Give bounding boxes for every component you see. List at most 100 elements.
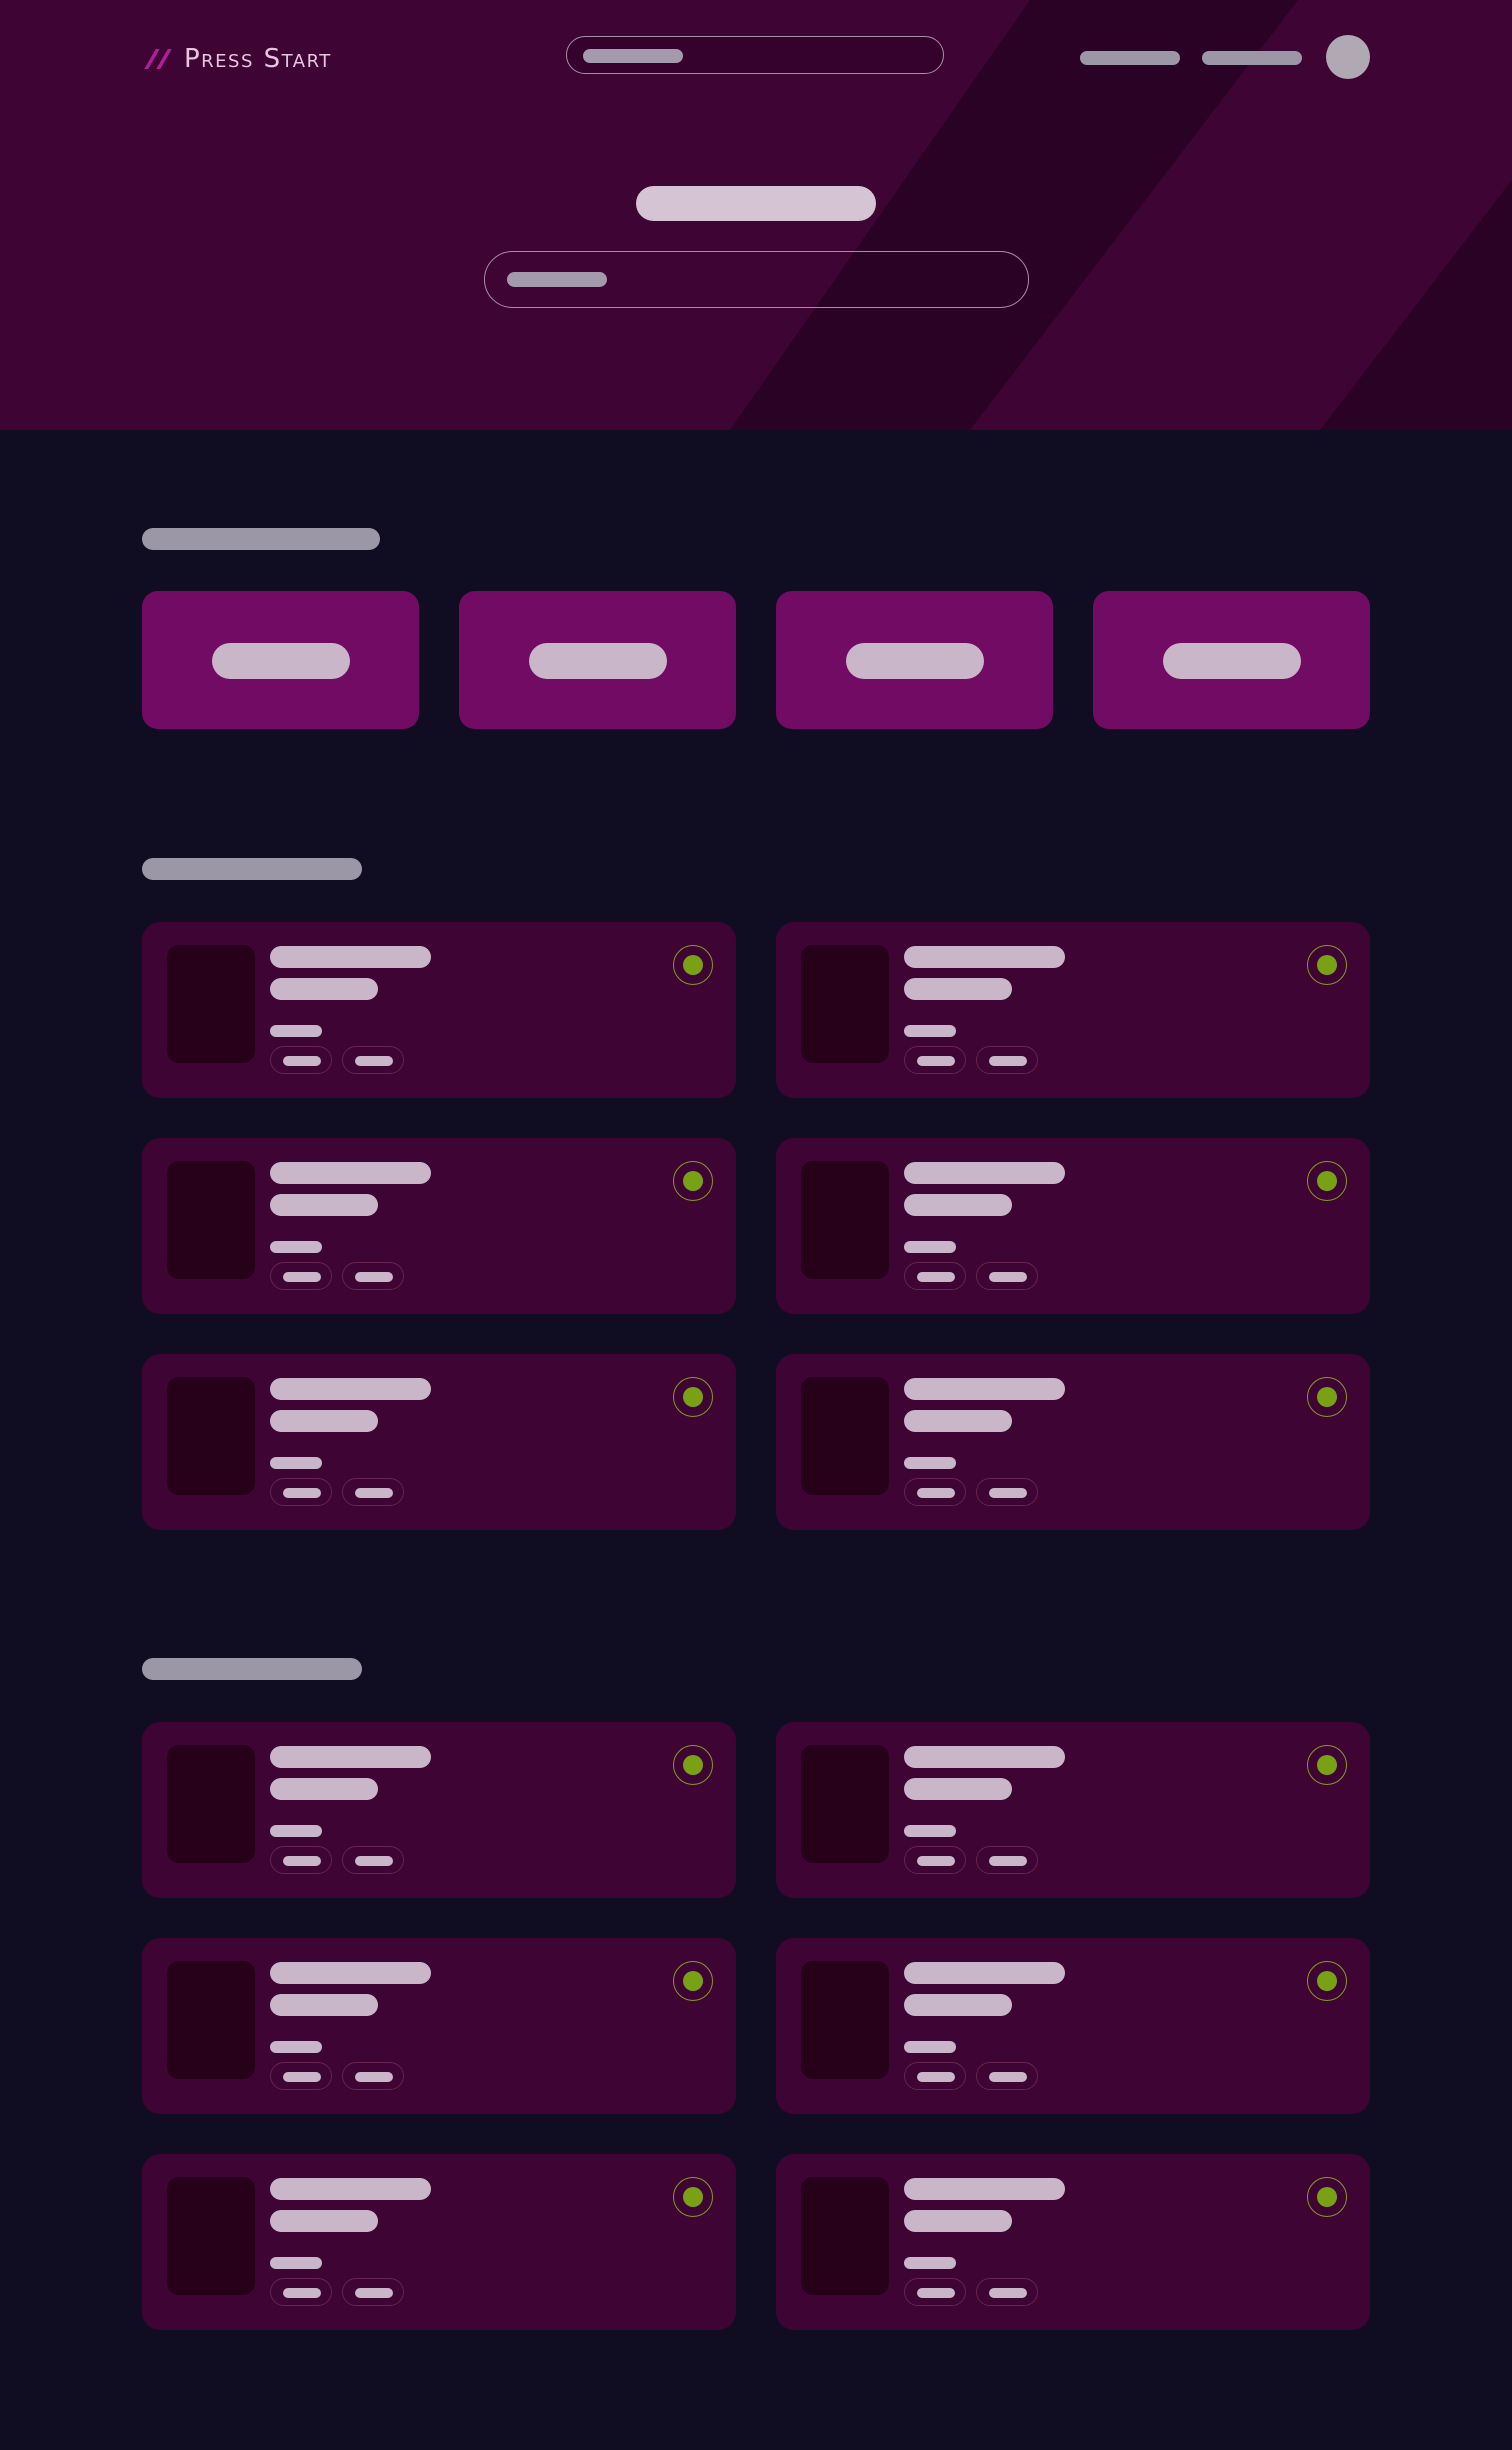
game-title	[270, 1746, 431, 1768]
game-tag[interactable]	[270, 2062, 332, 2090]
game-tag-label	[283, 1488, 321, 1498]
game-tag[interactable]	[342, 2062, 404, 2090]
game-tag-label	[989, 2072, 1027, 2082]
game-tag-label	[283, 2072, 321, 2082]
game-title	[904, 1378, 1065, 1400]
game-subtitle	[904, 1410, 1012, 1432]
game-tag[interactable]	[342, 1478, 404, 1506]
nav-link-1[interactable]	[1080, 51, 1180, 65]
game-cover-image	[801, 1161, 889, 1279]
game-card[interactable]	[142, 2154, 736, 2330]
game-tag-label	[283, 1272, 321, 1282]
game-meta	[270, 1457, 322, 1469]
category-label	[846, 643, 984, 679]
game-tag-label	[917, 1272, 955, 1282]
game-tag[interactable]	[270, 2278, 332, 2306]
game-cover-image	[801, 2177, 889, 2295]
game-tag-label	[989, 1272, 1027, 1282]
game-tag-label	[283, 1056, 321, 1066]
game-meta	[270, 1025, 322, 1037]
section-heading-1	[142, 858, 362, 880]
game-tag-label	[283, 1856, 321, 1866]
game-subtitle	[904, 2210, 1012, 2232]
nav-link-2[interactable]	[1202, 51, 1302, 65]
game-tag[interactable]	[904, 2062, 966, 2090]
header-search-input[interactable]	[566, 36, 944, 74]
game-tag[interactable]	[342, 1262, 404, 1290]
game-tag-label	[355, 1488, 393, 1498]
category-tile[interactable]	[459, 591, 736, 729]
game-card[interactable]	[776, 1722, 1370, 1898]
game-meta	[904, 2257, 956, 2269]
online-status-icon	[1307, 1161, 1347, 1201]
game-subtitle	[270, 2210, 378, 2232]
game-tag[interactable]	[976, 1846, 1038, 1874]
game-card[interactable]	[142, 1722, 736, 1898]
game-tag[interactable]	[270, 1046, 332, 1074]
game-tag[interactable]	[904, 1846, 966, 1874]
game-meta	[270, 1241, 322, 1253]
game-card[interactable]	[142, 1354, 736, 1530]
game-tag[interactable]	[976, 2278, 1038, 2306]
game-card[interactable]	[776, 1138, 1370, 1314]
online-status-icon	[1307, 2177, 1347, 2217]
game-tag-label	[989, 2288, 1027, 2298]
online-status-icon	[673, 1961, 713, 2001]
user-avatar[interactable]	[1326, 35, 1370, 79]
game-tag-label	[355, 1272, 393, 1282]
game-subtitle	[270, 1994, 378, 2016]
online-status-icon	[1307, 1745, 1347, 1785]
game-meta	[904, 1025, 956, 1037]
brand-name: Press Start	[184, 44, 332, 74]
game-meta	[270, 2257, 322, 2269]
online-status-icon	[673, 1745, 713, 1785]
game-tag[interactable]	[904, 2278, 966, 2306]
game-tag-label	[989, 1488, 1027, 1498]
game-cover-image	[801, 1961, 889, 2079]
game-title	[270, 1962, 431, 1984]
hero-search-input[interactable]	[484, 251, 1029, 308]
game-title	[904, 1162, 1065, 1184]
game-title	[270, 946, 431, 968]
online-status-icon	[673, 1161, 713, 1201]
game-tag[interactable]	[342, 1046, 404, 1074]
category-tile[interactable]	[142, 591, 419, 729]
game-tag[interactable]	[270, 1478, 332, 1506]
game-tag[interactable]	[904, 1262, 966, 1290]
online-status-icon	[673, 945, 713, 985]
game-card[interactable]	[776, 2154, 1370, 2330]
category-tile[interactable]	[1093, 591, 1370, 729]
game-tag[interactable]	[976, 1478, 1038, 1506]
category-tile[interactable]	[776, 591, 1053, 729]
game-tag[interactable]	[904, 1478, 966, 1506]
game-subtitle	[270, 1778, 378, 1800]
online-status-icon	[1307, 1377, 1347, 1417]
online-status-icon	[1307, 945, 1347, 985]
game-card[interactable]	[776, 1938, 1370, 2114]
game-tag[interactable]	[976, 2062, 1038, 2090]
game-title	[270, 2178, 431, 2200]
game-card[interactable]	[142, 1138, 736, 1314]
game-tag-label	[917, 1856, 955, 1866]
game-subtitle	[270, 1410, 378, 1432]
game-tag[interactable]	[976, 1046, 1038, 1074]
game-tag[interactable]	[270, 1262, 332, 1290]
hero-search-placeholder	[507, 272, 607, 287]
game-cover-image	[167, 1745, 255, 1863]
game-cover-image	[801, 1745, 889, 1863]
game-cover-image	[167, 1377, 255, 1495]
game-tag[interactable]	[342, 2278, 404, 2306]
brand-logo[interactable]: Press Start	[142, 42, 332, 76]
game-tag[interactable]	[976, 1262, 1038, 1290]
game-card[interactable]	[776, 1354, 1370, 1530]
game-tag[interactable]	[270, 1846, 332, 1874]
game-tag-label	[989, 1856, 1027, 1866]
game-tag[interactable]	[342, 1846, 404, 1874]
game-card[interactable]	[142, 922, 736, 1098]
game-card[interactable]	[776, 922, 1370, 1098]
game-subtitle	[904, 1994, 1012, 2016]
game-tag[interactable]	[904, 1046, 966, 1074]
game-subtitle	[904, 978, 1012, 1000]
game-title	[270, 1378, 431, 1400]
game-card[interactable]	[142, 1938, 736, 2114]
